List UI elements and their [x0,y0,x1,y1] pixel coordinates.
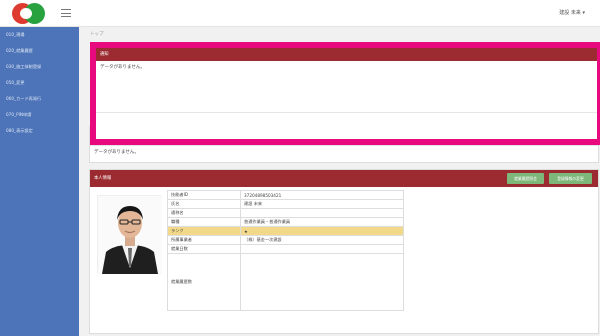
notice-title: 通知 [96,48,597,61]
label-affiliation: 所属事業者 [167,235,241,245]
table-row: 職種 普通作業員・普通作業員 [167,217,404,227]
sidebar-item-display-settings[interactable]: 080_表示設定 [0,123,79,139]
work-history-button[interactable]: 就業履歴照会 [507,173,544,184]
worker-photo-image [98,196,162,274]
value-affiliation: （株）基金一次建設 [240,235,404,245]
table-row: 就業日数 [167,244,404,254]
menu-icon[interactable] [61,9,71,17]
value-rank: ★ [240,226,404,236]
sidebar-item-site[interactable]: 010_現場 [0,27,79,43]
worker-info-table: 技能者ID 37204898503421 氏名 建設 未来 通称名 職種 普通作… [167,190,404,311]
label-work-days: 就業日数 [167,244,241,254]
sidebar: 010_現場 020_就業履歴 030_施工体制登録 050_変更 060_カー… [0,27,79,336]
label-occupation: 職種 [167,217,241,227]
label-technician-id: 技能者ID [167,190,241,200]
table-row-rank: ランク ★ [167,226,404,236]
logo[interactable] [12,3,48,24]
value-work-history-count [240,253,404,311]
label-rank: ランク [167,226,241,236]
table-row: 所属事業者 （株）基金一次建設 [167,235,404,245]
worker-info-title: 本人情報 [94,176,112,181]
worker-info-header: 本人情報 就業履歴照会 登録情報の変更 [90,170,598,187]
sidebar-item-construction-system[interactable]: 030_施工体制登録 [0,59,79,75]
label-work-history-count: 就業履歴数 [167,253,241,311]
notice-panel: 通知 データがありません。 [90,42,600,145]
value-technician-id: 37204898503421 [240,190,404,200]
sidebar-item-card-reissue[interactable]: 060_カード再発行 [0,91,79,107]
table-row: 技能者ID 37204898503421 [167,190,404,200]
worker-photo [97,195,162,274]
table-row: 通称名 [167,208,404,218]
value-name: 建設 未来 [240,199,404,209]
value-work-days [240,244,404,254]
notice-empty-text: データがありません。 [96,61,597,113]
change-registration-button[interactable]: 登録情報の変更 [549,173,592,184]
sidebar-item-work-history[interactable]: 020_就業履歴 [0,43,79,59]
value-alias [240,208,404,218]
sidebar-item-pin[interactable]: 070_PIN申請 [0,107,79,123]
worker-info-panel: 本人情報 就業履歴照会 登録情報の変更 技能者ID 37204898503421… [89,169,599,334]
logo-center [20,8,32,19]
top-bar: 建設 未来 ▾ [0,0,600,27]
sidebar-item-change[interactable]: 050_変更 [0,75,79,91]
table-row: 就業履歴数 [167,253,404,311]
main-content: トップ 就業している現場一覧 ※就業期間は最新就業日から前日まで 現場名 事業者… [80,27,600,336]
value-occupation: 普通作業員・普通作業員 [240,217,404,227]
breadcrumb[interactable]: トップ [90,31,104,37]
label-name: 氏名 [167,199,241,209]
user-menu[interactable]: 建設 未来 ▾ [559,9,585,16]
sites-empty-text: データがありません。 [94,150,139,155]
label-alias: 通称名 [167,208,241,218]
table-row: 氏名 建設 未来 [167,199,404,209]
